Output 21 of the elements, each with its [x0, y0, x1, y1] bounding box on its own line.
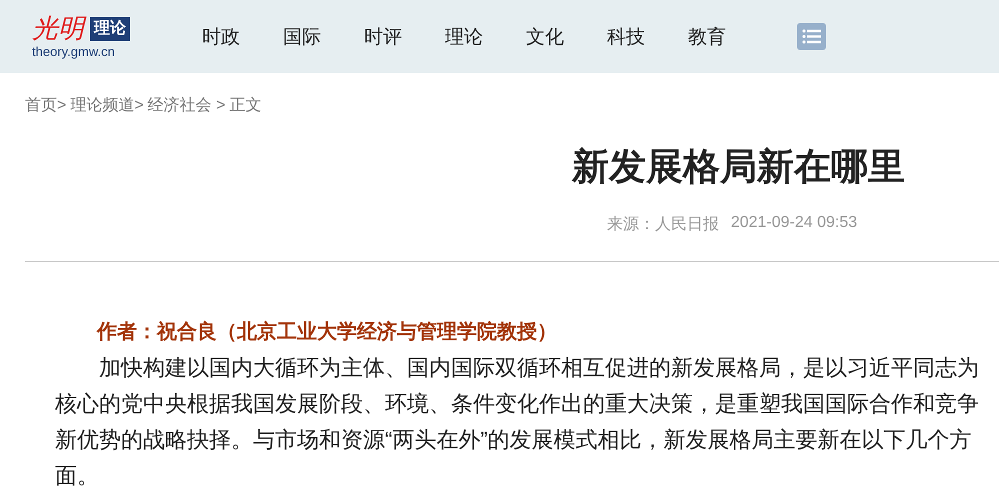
nav-link[interactable]: 理论 — [445, 24, 483, 50]
nav-link[interactable]: 国际 — [283, 24, 321, 50]
logo-domain[interactable]: theory.gmw.cn — [32, 44, 115, 60]
breadcrumb-link[interactable]: 理论频道> — [70, 95, 144, 116]
nav-link[interactable]: 时评 — [364, 24, 402, 50]
article-paragraph: 加快构建以国内大循环为主体、国内国际双循环相互促进的新发展格局，是以习近平同志为核心的党中央根据我国发展阶段、环境、条件变化作出的重大决策，是重塑我国国际合作和竞争新优势的战略抉择。与市场和资源“两头在外”的发展模式相比，新发展格局主要新在以下几个方面。 — [55, 354, 980, 490]
article-source: 来源：人民日报 — [606, 214, 719, 235]
menu-button[interactable] — [797, 23, 826, 50]
article-date: 2021-09-24 09:53 — [730, 214, 858, 233]
nav-link[interactable]: 文化 — [526, 24, 564, 50]
menu-icon — [802, 29, 821, 44]
breadcrumb-link[interactable]: 首页> — [25, 95, 66, 116]
nav-link[interactable]: 教育 — [688, 24, 726, 50]
logo-badge[interactable]: 理论 — [90, 16, 130, 40]
article-author: 作者：祝合良（北京工业大学经济与管理学院教授） — [97, 320, 558, 345]
article-title: 新发展格局新在哪里 — [570, 145, 906, 189]
nav-link[interactable]: 时政 — [202, 24, 240, 50]
breadcrumb-link[interactable]: 正文 — [229, 95, 262, 116]
breadcrumb-link[interactable]: 经济社会 > — [148, 95, 226, 116]
logo-mark[interactable]: 光明 — [32, 14, 84, 44]
nav-link[interactable]: 科技 — [607, 24, 645, 50]
